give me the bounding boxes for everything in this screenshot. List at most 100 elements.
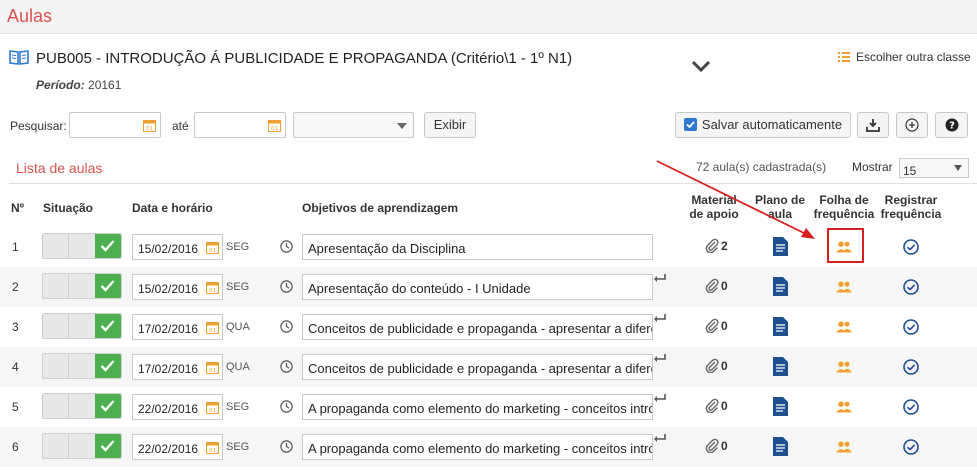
paperclip-icon: [705, 318, 719, 334]
people-icon[interactable]: [836, 321, 852, 333]
lesson-date: 17/02/2016: [138, 322, 199, 336]
clock-icon[interactable]: [280, 400, 293, 413]
support-material-link[interactable]: 0: [705, 398, 728, 414]
lesson-count: 72 aula(s) cadastrada(s): [696, 160, 827, 174]
check-circle-icon[interactable]: [903, 239, 919, 255]
page-size-select[interactable]: 15: [899, 158, 969, 178]
clock-icon[interactable]: [280, 360, 293, 373]
table-row: 6 22/02/2016 01 SEG A propaganda como elemen…: [0, 427, 977, 467]
status-toggle[interactable]: [42, 313, 122, 339]
people-icon[interactable]: [836, 281, 852, 293]
chevron-down-icon[interactable]: [691, 59, 711, 73]
paperclip-icon: [705, 278, 719, 294]
period-value: 20161: [88, 78, 122, 92]
support-material-link[interactable]: 2: [705, 238, 728, 254]
paperclip-icon: [705, 438, 719, 454]
check-circle-icon[interactable]: [903, 279, 919, 295]
enter-icon[interactable]: [653, 353, 667, 363]
header-status: Situação: [43, 201, 94, 215]
people-icon[interactable]: [836, 361, 852, 373]
weekday: SEG: [226, 281, 250, 293]
checkbox-checked-icon[interactable]: [683, 118, 697, 131]
lesson-date-input[interactable]: 17/02/2016 01: [132, 354, 223, 380]
lesson-date-input[interactable]: 17/02/2016 01: [132, 314, 223, 340]
support-material-link[interactable]: 0: [705, 278, 728, 294]
lesson-date-input[interactable]: 15/02/2016 01: [132, 234, 223, 260]
status-toggle[interactable]: [42, 393, 122, 419]
calendar-icon[interactable]: 01: [206, 321, 219, 334]
calendar-icon[interactable]: 01: [206, 441, 219, 454]
download-icon: [866, 119, 880, 132]
material-count: 0: [721, 399, 728, 413]
objective-input[interactable]: Conceitos de publicidade e propaganda - …: [302, 314, 653, 340]
calendar-icon[interactable]: 01: [206, 361, 219, 374]
show-button[interactable]: Exibir: [424, 112, 476, 138]
objective-input[interactable]: Apresentação da Disciplina: [302, 234, 653, 260]
table-row: 3 17/02/2016 01 QUA Conceitos de publicidade…: [0, 307, 977, 347]
filter-select[interactable]: [293, 112, 414, 138]
auto-save-toggle[interactable]: Salvar automaticamente: [675, 112, 851, 138]
document-icon[interactable]: [773, 317, 788, 336]
lesson-date-input[interactable]: 15/02/2016 01: [132, 274, 223, 300]
document-icon[interactable]: [773, 437, 788, 456]
add-button[interactable]: [896, 112, 928, 138]
check-circle-icon[interactable]: [903, 399, 919, 415]
start-date-input[interactable]: 01: [69, 112, 161, 138]
lesson-date: 15/02/2016: [138, 282, 199, 296]
check-circle-icon[interactable]: [903, 319, 919, 335]
document-icon[interactable]: [773, 237, 788, 256]
document-icon[interactable]: [773, 357, 788, 376]
document-icon[interactable]: [773, 397, 788, 416]
enter-icon[interactable]: [653, 433, 667, 443]
page-title: Aulas: [7, 6, 53, 26]
objective-input[interactable]: Conceitos de publicidade e propaganda - …: [302, 354, 653, 380]
header-objectives: Objetivos de aprendizagem: [302, 201, 459, 215]
status-toggle[interactable]: [42, 433, 122, 459]
calendar-icon[interactable]: 01: [268, 119, 281, 132]
people-icon[interactable]: [836, 441, 852, 453]
calendar-icon[interactable]: 01: [206, 281, 219, 294]
help-button[interactable]: ?: [935, 112, 968, 138]
choose-other-class-label: Escolher outra classe: [856, 50, 971, 64]
support-material-link[interactable]: 0: [705, 318, 728, 334]
weekday: QUA: [226, 361, 250, 373]
calendar-icon[interactable]: 01: [206, 241, 219, 254]
enter-icon[interactable]: [653, 273, 667, 283]
clock-icon[interactable]: [280, 240, 293, 253]
objective-input[interactable]: A propaganda como elemento do marketing …: [302, 394, 653, 420]
check-icon: [100, 440, 115, 452]
caret-down-icon: [954, 165, 962, 171]
status-toggle[interactable]: [42, 353, 122, 379]
objective-input[interactable]: A propaganda como elemento do marketing …: [302, 434, 653, 460]
document-icon[interactable]: [773, 277, 788, 296]
objective-input[interactable]: Apresentação do conteúdo - I Unidade: [302, 274, 653, 300]
end-date-input[interactable]: 01: [194, 112, 286, 138]
check-circle-icon[interactable]: [903, 359, 919, 375]
status-toggle[interactable]: [42, 233, 122, 259]
highlight-box: [827, 228, 864, 263]
lesson-date-input[interactable]: 22/02/2016 01: [132, 434, 223, 460]
check-circle-icon[interactable]: [903, 439, 919, 455]
header-number: Nº: [11, 201, 25, 215]
clock-icon[interactable]: [280, 280, 293, 293]
calendar-icon[interactable]: 01: [206, 401, 219, 414]
clock-icon[interactable]: [280, 320, 293, 333]
status-toggle[interactable]: [42, 273, 122, 299]
support-material-link[interactable]: 0: [705, 358, 728, 374]
enter-icon[interactable]: [653, 393, 667, 403]
check-icon: [100, 400, 115, 412]
lesson-date: 22/02/2016: [138, 402, 199, 416]
clock-icon[interactable]: [280, 440, 293, 453]
svg-text:01: 01: [209, 408, 216, 414]
people-icon[interactable]: [836, 401, 852, 413]
lesson-date-input[interactable]: 22/02/2016 01: [132, 394, 223, 420]
enter-icon[interactable]: [653, 313, 667, 323]
material-count: 0: [721, 279, 728, 293]
download-button[interactable]: [857, 112, 889, 138]
row-number: 2: [12, 280, 19, 294]
title-bar: Aulas: [0, 0, 977, 34]
choose-other-class-link[interactable]: Escolher outra classe: [838, 50, 971, 64]
weekday: QUA: [226, 321, 250, 333]
calendar-icon[interactable]: 01: [143, 119, 156, 132]
support-material-link[interactable]: 0: [705, 438, 728, 454]
